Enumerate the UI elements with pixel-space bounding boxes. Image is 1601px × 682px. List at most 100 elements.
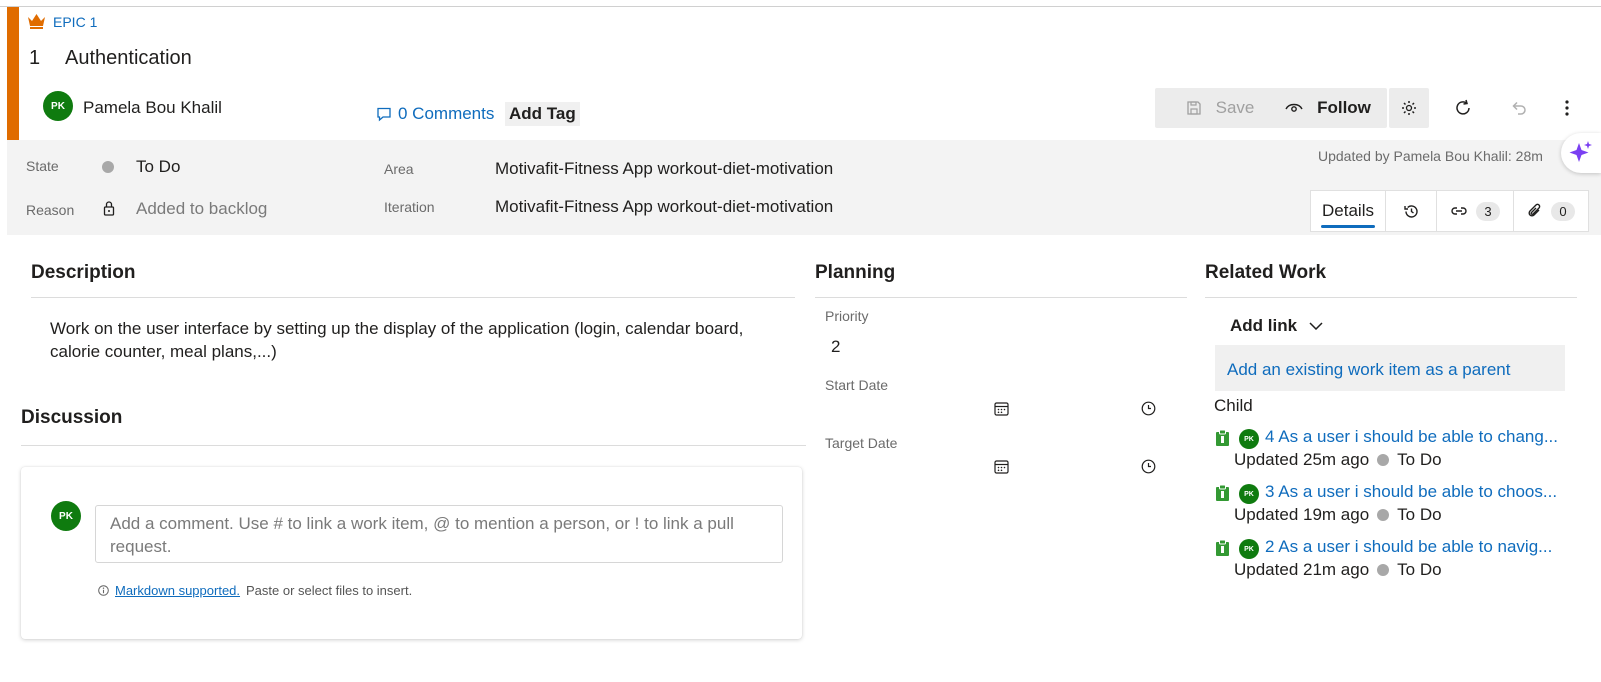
child-title: As a user i should be able to chang... bbox=[1278, 427, 1559, 446]
comments-link[interactable]: 0 Comments bbox=[376, 104, 494, 124]
copilot-button[interactable] bbox=[1561, 133, 1601, 173]
markdown-note-text: Paste or select files to insert. bbox=[246, 583, 413, 598]
follow-button[interactable]: Follow bbox=[1269, 88, 1387, 128]
refresh-button[interactable] bbox=[1447, 92, 1479, 124]
target-time-clock-icon[interactable] bbox=[1141, 459, 1156, 479]
child-id: 4 bbox=[1265, 427, 1275, 446]
work-item-tabs: Details 3 0 bbox=[1310, 190, 1589, 232]
child-avatar: PK bbox=[1239, 429, 1259, 449]
child-group-label: Child bbox=[1214, 396, 1253, 415]
chevron-down-icon bbox=[1309, 322, 1323, 330]
work-item-title[interactable]: Authentication bbox=[65, 47, 192, 70]
paperclip-icon bbox=[1528, 203, 1541, 217]
related-work-divider bbox=[1205, 297, 1577, 298]
work-item-type-label: EPIC 1 bbox=[53, 14, 98, 30]
child-avatar: PK bbox=[1239, 539, 1259, 559]
follow-settings-button[interactable] bbox=[1389, 88, 1429, 128]
comment-placeholder: Add a comment. Use # to link a work item… bbox=[110, 514, 734, 556]
priority-value[interactable]: 2 bbox=[831, 337, 840, 357]
state-label: State bbox=[26, 158, 59, 174]
child-title: As a user i should be able to choos... bbox=[1278, 482, 1558, 501]
tab-history[interactable] bbox=[1386, 191, 1437, 231]
info-icon bbox=[98, 585, 109, 596]
add-link-button[interactable]: Add link bbox=[1230, 316, 1323, 336]
tab-details[interactable]: Details bbox=[1311, 191, 1386, 231]
child-title: As a user i should be able to navig... bbox=[1278, 537, 1553, 556]
child-avatar: PK bbox=[1239, 484, 1259, 504]
assignee-avatar: PK bbox=[43, 91, 73, 121]
add-parent-link[interactable]: Add an existing work item as a parent bbox=[1227, 360, 1510, 380]
undo-icon bbox=[1512, 101, 1526, 115]
priority-label: Priority bbox=[825, 308, 869, 324]
target-date-label: Target Date bbox=[825, 435, 898, 451]
target-date-calendar-icon[interactable] bbox=[994, 459, 1009, 479]
child-work-item-link[interactable]: 3 As a user i should be able to choos... bbox=[1265, 482, 1557, 502]
area-label: Area bbox=[384, 161, 414, 177]
undo-button[interactable] bbox=[1503, 92, 1535, 124]
child-updated: Updated 21m ago bbox=[1234, 560, 1370, 579]
child-updated: Updated 25m ago bbox=[1234, 450, 1370, 469]
start-date-calendar-icon[interactable] bbox=[994, 401, 1009, 421]
work-item-type-accent bbox=[7, 7, 19, 140]
reason-label: Reason bbox=[26, 202, 75, 218]
state-indicator bbox=[102, 161, 114, 173]
child-work-item-link[interactable]: 4 As a user i should be able to chang... bbox=[1265, 427, 1558, 447]
description-text[interactable]: Work on the user interface by setting up… bbox=[50, 317, 790, 363]
child-state: To Do bbox=[1397, 505, 1442, 524]
tab-links[interactable]: 3 bbox=[1437, 191, 1514, 231]
save-button[interactable]: Save bbox=[1155, 88, 1285, 128]
child-meta: Updated 25m ago To Do bbox=[1234, 450, 1442, 470]
start-time-clock-icon[interactable] bbox=[1141, 401, 1156, 421]
top-border bbox=[0, 6, 1601, 7]
child-id: 3 bbox=[1265, 482, 1275, 501]
tab-details-label: Details bbox=[1322, 201, 1374, 220]
updated-by-text[interactable]: Updated by Pamela Bou Khalil: 28m bbox=[1318, 148, 1543, 164]
user-story-icon bbox=[1215, 484, 1230, 507]
link-icon bbox=[1451, 207, 1467, 215]
crown-icon bbox=[27, 13, 46, 34]
child-state-indicator bbox=[1377, 564, 1390, 576]
child-state-indicator bbox=[1377, 454, 1390, 466]
markdown-note: Markdown supported. Paste or select file… bbox=[98, 583, 412, 598]
child-state-indicator bbox=[1377, 509, 1390, 521]
save-label: Save bbox=[1215, 98, 1255, 117]
start-date-label: Start Date bbox=[825, 377, 889, 393]
discussion-divider bbox=[21, 445, 806, 446]
iteration-value[interactable]: Motivafit-Fitness App workout-diet-motiv… bbox=[495, 197, 833, 217]
iteration-label: Iteration bbox=[384, 199, 435, 215]
lock-icon bbox=[103, 200, 115, 221]
history-icon bbox=[1403, 204, 1418, 218]
tab-selected-indicator bbox=[1321, 225, 1375, 228]
more-actions-button[interactable] bbox=[1557, 92, 1577, 124]
description-title: Description bbox=[31, 262, 136, 283]
description-divider bbox=[31, 297, 795, 298]
child-state: To Do bbox=[1397, 450, 1442, 469]
child-state: To Do bbox=[1397, 560, 1442, 579]
comment-icon bbox=[377, 107, 391, 121]
follow-label: Follow bbox=[1317, 98, 1371, 117]
area-value[interactable]: Motivafit-Fitness App workout-diet-motiv… bbox=[495, 159, 833, 179]
user-story-icon bbox=[1215, 429, 1230, 452]
attachments-count: 0 bbox=[1551, 201, 1575, 221]
add-link-label: Add link bbox=[1230, 316, 1298, 335]
commenter-avatar: PK bbox=[51, 501, 81, 531]
comments-label: 0 Comments bbox=[398, 104, 495, 123]
save-icon bbox=[1186, 101, 1201, 115]
planning-divider bbox=[815, 297, 1187, 298]
tab-attachments[interactable]: 0 bbox=[1514, 191, 1588, 231]
more-vertical-icon bbox=[1565, 100, 1569, 116]
assignee-name[interactable]: Pamela Bou Khalil bbox=[83, 98, 222, 118]
discussion-title: Discussion bbox=[21, 407, 123, 428]
links-count: 3 bbox=[1476, 201, 1500, 221]
related-work-title: Related Work bbox=[1205, 262, 1327, 283]
child-work-item-link[interactable]: 2 As a user i should be able to navig... bbox=[1265, 537, 1552, 557]
refresh-icon bbox=[1456, 99, 1470, 115]
state-value[interactable]: To Do bbox=[136, 157, 180, 177]
child-meta: Updated 21m ago To Do bbox=[1234, 560, 1442, 580]
gear-icon bbox=[1402, 101, 1416, 115]
child-updated: Updated 19m ago bbox=[1234, 505, 1370, 524]
markdown-supported-link[interactable]: Markdown supported. bbox=[115, 583, 240, 598]
reason-value[interactable]: Added to backlog bbox=[136, 199, 267, 219]
child-meta: Updated 19m ago To Do bbox=[1234, 505, 1442, 525]
add-tag-button[interactable]: Add Tag bbox=[505, 102, 580, 126]
